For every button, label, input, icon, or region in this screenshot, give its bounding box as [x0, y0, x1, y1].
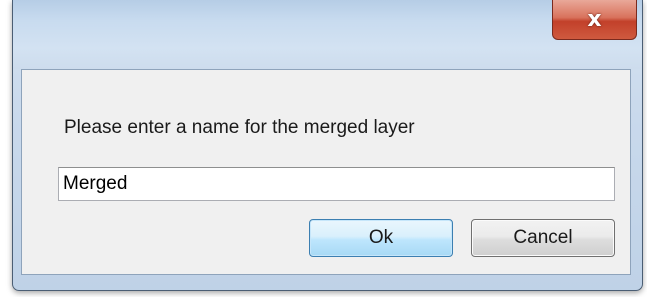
- prompt-label: Please enter a name for the merged layer: [64, 117, 415, 138]
- dialog-body: Please enter a name for the merged layer…: [21, 69, 631, 275]
- merge-layer-dialog: x Please enter a name for the merged lay…: [12, 0, 643, 291]
- ok-button[interactable]: Ok: [309, 219, 453, 257]
- cancel-button[interactable]: Cancel: [471, 219, 615, 257]
- close-button[interactable]: x: [552, 0, 637, 40]
- close-icon: x: [587, 6, 602, 32]
- layer-name-input[interactable]: [58, 167, 615, 201]
- title-bar[interactable]: x: [13, 0, 642, 69]
